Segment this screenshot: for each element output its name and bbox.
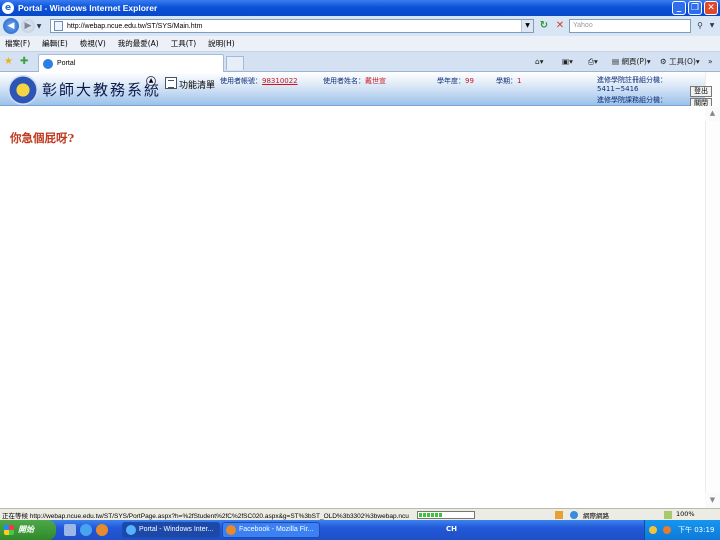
maximize-button[interactable]: ❐ bbox=[688, 1, 702, 15]
firefox-task-icon bbox=[226, 525, 236, 535]
favorites-star-icon[interactable]: ★ bbox=[4, 56, 13, 68]
address-dropdown-icon[interactable]: ▼ bbox=[521, 20, 533, 32]
search-input[interactable]: Yahoo bbox=[569, 19, 691, 33]
function-menu-icon[interactable] bbox=[165, 77, 177, 89]
status-text: 正在等候 http://webap.ncue.edu.tw/ST/SYS/Por… bbox=[2, 512, 409, 520]
window-title: Portal - Windows Internet Explorer bbox=[18, 3, 158, 13]
vertical-scrollbar[interactable] bbox=[705, 72, 720, 508]
account-info: 使用者帳號：98310022 bbox=[220, 77, 298, 85]
page-icon bbox=[54, 21, 63, 31]
tab-ie-icon bbox=[43, 58, 53, 69]
year-value: 99 bbox=[465, 77, 474, 85]
year-info: 學年度：99 bbox=[437, 77, 474, 85]
menu-help[interactable]: 說明(H) bbox=[208, 38, 235, 49]
history-dropdown-icon[interactable]: ▼ bbox=[35, 23, 43, 30]
tab-title: Portal bbox=[57, 60, 76, 67]
windows-taskbar: 開始 Portal - Windows Inter... Facebook - … bbox=[0, 520, 720, 540]
logout-button[interactable]: 登出 bbox=[690, 86, 712, 97]
screen: e Portal - Windows Internet Explorer _ ❐… bbox=[0, 0, 720, 540]
account-value[interactable]: 98310022 bbox=[262, 77, 298, 85]
menu-edit[interactable]: 編輯(E) bbox=[42, 38, 68, 49]
task-portal-ie[interactable]: Portal - Windows Inter... bbox=[122, 522, 220, 538]
name-value: 戴世宣 bbox=[365, 77, 386, 85]
term-info: 學期：1 bbox=[496, 77, 522, 85]
feeds-icon[interactable]: ▣▾ bbox=[562, 56, 573, 68]
back-button[interactable]: ◀ bbox=[3, 18, 19, 34]
add-favorite-icon[interactable]: ✚ bbox=[20, 56, 28, 68]
tools-menu-button[interactable]: ⚙ 工具(O)▾ bbox=[660, 56, 700, 68]
page-message: 你急個屁呀? bbox=[10, 131, 75, 145]
popup-blocker-icon[interactable] bbox=[555, 511, 563, 519]
gear-icon: ⚙ bbox=[660, 57, 667, 66]
zoom-level[interactable]: 100% bbox=[676, 510, 695, 518]
tray-firefox-icon[interactable] bbox=[663, 526, 671, 534]
web-page: ▲ ▼ 彰師大教務系統 ▲ 功能清單 使用者帳號：98310022 使用者姓名：… bbox=[0, 72, 720, 508]
menu-file[interactable]: 檔案(F) bbox=[5, 38, 30, 49]
forward-button[interactable]: ▶ bbox=[21, 19, 35, 33]
close-button[interactable]: 關閉 bbox=[690, 98, 712, 106]
language-indicator[interactable]: CH bbox=[446, 525, 457, 533]
window-controls: _ ❐ ✕ bbox=[672, 1, 718, 15]
search-dropdown-icon[interactable]: ▼ bbox=[707, 19, 717, 33]
university-logo bbox=[8, 75, 38, 105]
ie-icon: e bbox=[2, 2, 14, 14]
minimize-button[interactable]: _ bbox=[672, 1, 686, 15]
status-bar: 正在等候 http://webap.ncue.edu.tw/ST/SYS/Por… bbox=[0, 508, 720, 520]
tab-portal[interactable]: Portal bbox=[38, 54, 224, 72]
site-title: 彰師大教務系統 bbox=[42, 81, 162, 99]
tray-security-icon[interactable] bbox=[649, 526, 657, 534]
security-zone: 網際網路 bbox=[583, 512, 609, 520]
window-title-bar[interactable]: e Portal - Windows Internet Explorer _ ❐… bbox=[0, 0, 720, 16]
address-toolbar: ◀ ▶ ▼ http://webap.ncue.edu.tw/ST/SYS/Ma… bbox=[0, 16, 720, 36]
registration-ext-label: 進修學院註冊組分機： bbox=[597, 76, 667, 84]
address-field[interactable]: http://webap.ncue.edu.tw/ST/SYS/Main.htm… bbox=[50, 19, 534, 33]
ie-quicklaunch-icon[interactable] bbox=[80, 524, 92, 536]
progress-fill bbox=[419, 513, 444, 517]
menu-favorites[interactable]: 我的最愛(A) bbox=[118, 38, 159, 49]
menu-tools[interactable]: 工具(T) bbox=[171, 38, 196, 49]
term-value: 1 bbox=[517, 77, 522, 85]
firefox-quicklaunch-icon[interactable] bbox=[96, 524, 108, 536]
scroll-up-arrow-icon[interactable]: ▲ bbox=[705, 106, 720, 121]
function-menu-link[interactable]: 功能清單 bbox=[179, 78, 215, 91]
start-button[interactable]: 開始 bbox=[0, 520, 56, 540]
show-desktop-icon[interactable] bbox=[64, 524, 76, 536]
close-window-button[interactable]: ✕ bbox=[704, 1, 718, 15]
url-text: http://webap.ncue.edu.tw/ST/SYS/Main.htm bbox=[67, 22, 203, 30]
zoom-icon bbox=[664, 511, 672, 519]
collapse-icon[interactable]: ▲ bbox=[146, 76, 156, 86]
task-facebook-firefox[interactable]: Facebook - Mozilla Fir... bbox=[222, 522, 320, 538]
scroll-down-arrow-icon[interactable]: ▼ bbox=[705, 493, 720, 508]
clock: 下午 03:19 bbox=[678, 526, 715, 534]
refresh-icon[interactable]: ↻ bbox=[537, 19, 551, 33]
print-icon[interactable]: ⎙▾ bbox=[588, 56, 598, 68]
course-ext-label: 進修學院課務組分機： bbox=[597, 96, 667, 104]
stop-icon[interactable]: ✕ bbox=[553, 19, 567, 33]
new-tab-button[interactable] bbox=[226, 56, 244, 70]
site-header: 彰師大教務系統 ▲ 功能清單 使用者帳號：98310022 使用者姓名：戴世宣 … bbox=[0, 72, 712, 106]
internet-zone-icon bbox=[570, 511, 578, 519]
home-icon[interactable]: ⌂▾ bbox=[535, 56, 544, 68]
page-menu-button[interactable]: ▤ 網頁(P)▾ bbox=[612, 56, 651, 68]
loading-progress-bar bbox=[417, 511, 475, 519]
page-menu-icon: ▤ bbox=[612, 57, 620, 66]
registration-ext-value: 5411~5416 bbox=[597, 85, 639, 93]
more-chevron-icon[interactable]: » bbox=[708, 56, 713, 68]
menu-bar: 檔案(F) 編輯(E) 檢視(V) 我的最愛(A) 工具(T) 說明(H) bbox=[0, 36, 720, 52]
menu-view[interactable]: 檢視(V) bbox=[80, 38, 106, 49]
name-info: 使用者姓名：戴世宣 bbox=[323, 77, 386, 85]
ie-task-icon bbox=[126, 525, 136, 535]
search-icon[interactable]: ⚲ bbox=[694, 19, 706, 33]
tab-bar: ★ ✚ Portal ⌂▾ ▣▾ ⎙▾ ▤ 網頁(P)▾ ⚙ 工具(O)▾ » bbox=[0, 52, 720, 72]
